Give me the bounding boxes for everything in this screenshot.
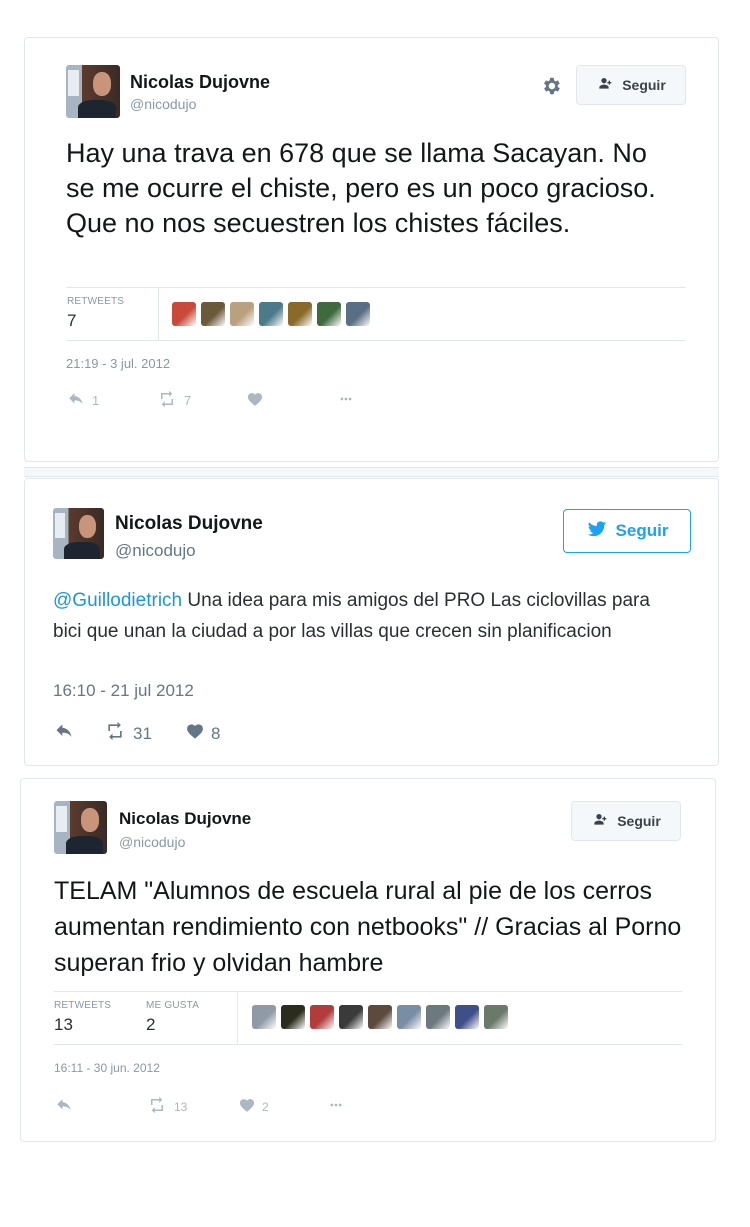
retweeter-avatar[interactable] (281, 1005, 305, 1029)
retweeter-avatar[interactable] (484, 1005, 508, 1029)
tweet-stats: RETWEETS 7 (66, 287, 686, 341)
like-count: 8 (211, 723, 221, 743)
retweeter-avatar[interactable] (455, 1005, 479, 1029)
retweet-icon (146, 1096, 168, 1117)
follow-label: Seguir (617, 813, 661, 829)
tweet-text: TELAM "Alumnos de escuela rural al pie d… (54, 877, 682, 977)
follow-label: Seguir (622, 77, 666, 93)
follow-person-icon (596, 76, 616, 95)
follow-button[interactable]: Seguir (576, 65, 686, 105)
retweet-count: 31 (133, 723, 152, 743)
user-handle[interactable]: @nicodujo (115, 541, 196, 561)
retweeter-avatar[interactable] (317, 302, 341, 326)
like-button[interactable] (246, 391, 334, 411)
tweet-text: Hay una trava en 678 que se llama Sacaya… (66, 138, 656, 238)
retweets-value: 7 (67, 311, 77, 330)
retweeter-avatars (252, 1005, 508, 1029)
avatar[interactable] (54, 801, 107, 854)
retweets-stat[interactable]: RETWEETS 7 (67, 296, 124, 331)
retweet-count: 13 (174, 1099, 188, 1114)
retweeter-avatar[interactable] (346, 302, 370, 326)
retweet-button[interactable]: 31 (103, 721, 185, 746)
user-name[interactable]: Nicolas Dujovne (115, 513, 263, 535)
tweet-text: @Guillodietrich Una idea para mis amigos… (53, 585, 653, 647)
reply-icon (53, 721, 75, 746)
more-icon (324, 1098, 348, 1115)
reply-icon (54, 1096, 74, 1117)
tweet-timestamp[interactable]: 21:19 - 3 jul. 2012 (66, 356, 170, 371)
likes-stat[interactable]: ME GUSTA 2 (146, 1000, 199, 1035)
tweet-actions: 31 8 (53, 721, 220, 746)
retweeter-avatar[interactable] (368, 1005, 392, 1029)
avatar[interactable] (53, 508, 104, 559)
tweet-actions: 1 7 (66, 390, 358, 411)
avatar[interactable] (66, 65, 120, 118)
reply-button[interactable] (54, 1096, 146, 1117)
retweets-value: 13 (54, 1015, 73, 1034)
tweet-actions: 13 2 (54, 1096, 348, 1117)
retweeter-avatar[interactable] (172, 302, 196, 326)
retweeter-avatar[interactable] (310, 1005, 334, 1029)
retweets-label: RETWEETS (67, 296, 125, 307)
retweeter-avatar[interactable] (288, 302, 312, 326)
tweet-timestamp[interactable]: 16:11 - 30 jun. 2012 (54, 1061, 160, 1075)
retweeter-avatar[interactable] (252, 1005, 276, 1029)
like-button[interactable]: 2 (238, 1097, 324, 1117)
likes-label: ME GUSTA (146, 1000, 200, 1011)
retweeter-avatar[interactable] (426, 1005, 450, 1029)
mention-link[interactable]: @Guillodietrich (53, 590, 182, 611)
retweet-button[interactable]: 13 (146, 1096, 238, 1117)
retweeter-avatar[interactable] (230, 302, 254, 326)
reply-button[interactable]: 1 (66, 390, 156, 411)
more-icon (334, 392, 358, 409)
retweeter-avatar[interactable] (397, 1005, 421, 1029)
follow-button[interactable]: Seguir (571, 801, 681, 841)
more-button[interactable] (324, 1098, 348, 1115)
user-name[interactable]: Nicolas Dujovne (130, 72, 270, 93)
heart-icon (185, 722, 205, 746)
retweeter-avatar[interactable] (339, 1005, 363, 1029)
tweet-card-2: Nicolas Dujovne @nicodujo Seguir @Guillo… (24, 478, 719, 766)
retweets-stat[interactable]: RETWEETS 13 (54, 1000, 111, 1035)
twitter-bird-icon (586, 519, 608, 544)
retweet-count: 7 (184, 393, 192, 408)
reply-button[interactable] (53, 721, 103, 746)
tweet-card-3: Nicolas Dujovne @nicodujo Seguir TELAM "… (20, 778, 716, 1142)
reply-icon (66, 390, 86, 411)
separator (24, 467, 719, 477)
retweeter-avatar[interactable] (259, 302, 283, 326)
follow-button[interactable]: Seguir (563, 509, 691, 553)
user-handle[interactable]: @nicodujo (130, 96, 196, 112)
reply-count: 1 (92, 393, 100, 408)
tweet-card-1: Nicolas Dujovne @nicodujo Seguir Hay una… (24, 37, 719, 462)
retweeter-avatar[interactable] (201, 302, 225, 326)
retweet-icon (103, 721, 127, 746)
user-name[interactable]: Nicolas Dujovne (119, 809, 251, 829)
like-count: 2 (262, 1099, 269, 1114)
gear-icon[interactable] (540, 75, 562, 97)
retweeter-avatars (172, 302, 370, 326)
retweet-icon (156, 390, 178, 411)
heart-icon (246, 391, 264, 411)
user-handle[interactable]: @nicodujo (119, 834, 185, 850)
tweet-timestamp[interactable]: 16:10 - 21 jul 2012 (53, 681, 194, 701)
more-button[interactable] (334, 392, 358, 409)
likes-value: 2 (146, 1015, 156, 1034)
retweet-button[interactable]: 7 (156, 390, 246, 411)
like-button[interactable]: 8 (185, 722, 220, 746)
follow-label: Seguir (615, 521, 669, 540)
heart-icon (238, 1097, 256, 1117)
tweet-stats: RETWEETS 13 ME GUSTA 2 (54, 991, 682, 1045)
follow-person-icon (591, 812, 611, 831)
retweets-label: RETWEETS (54, 1000, 112, 1011)
